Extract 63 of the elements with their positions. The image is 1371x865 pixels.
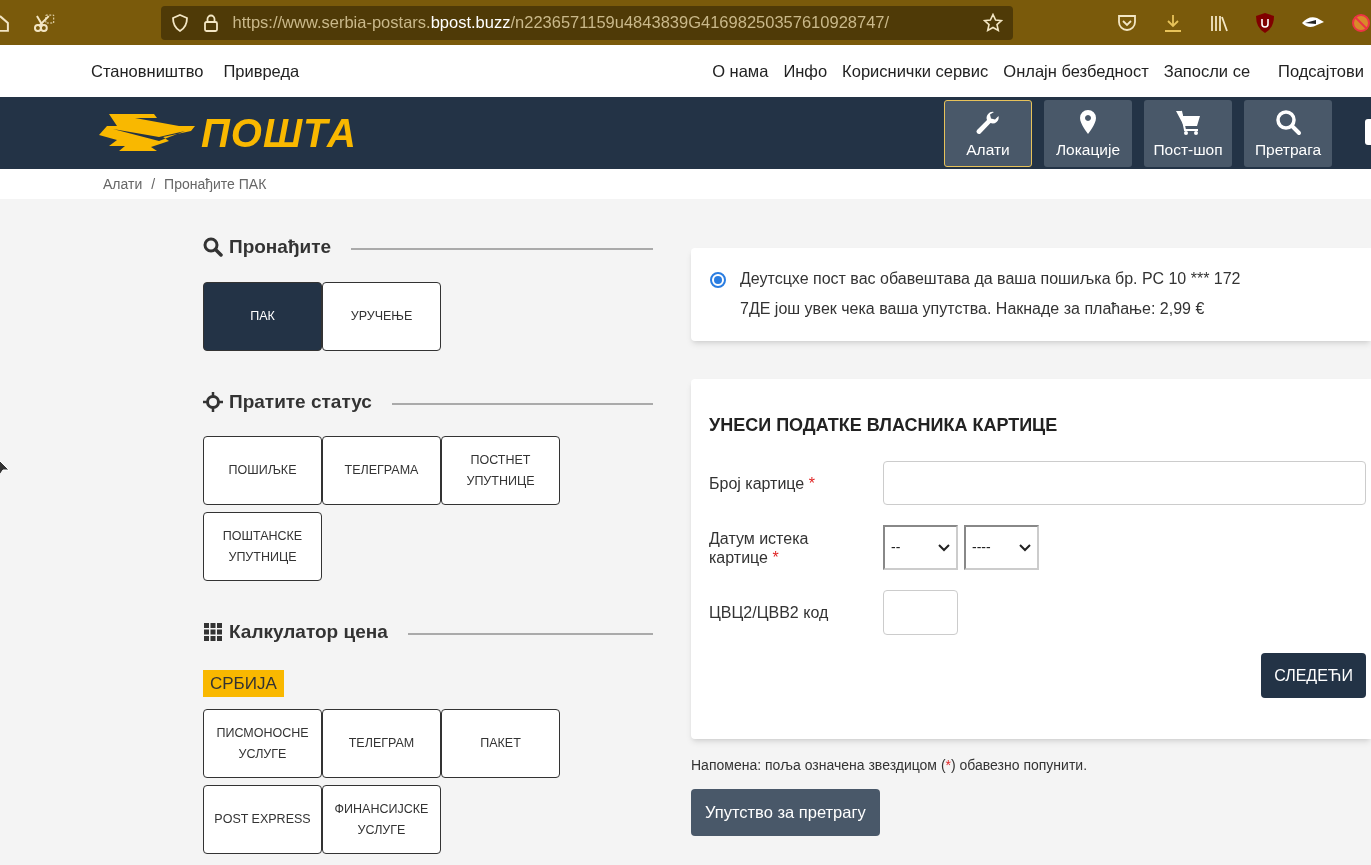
tool-button[interactable]: Алати bbox=[944, 99, 1032, 167]
card-number-field[interactable] bbox=[883, 461, 1366, 505]
option-button[interactable]: ТЕЛЕГРАМА bbox=[322, 436, 441, 505]
breadcrumb-separator: / bbox=[151, 174, 156, 194]
option-button[interactable]: ПОШИЉКЕ bbox=[203, 436, 322, 505]
tool-button[interactable]: Локације bbox=[1044, 99, 1132, 167]
cart-icon bbox=[1174, 108, 1202, 137]
nav-link[interactable]: Подсајтови bbox=[1278, 58, 1364, 84]
download-icon[interactable] bbox=[1163, 12, 1183, 33]
option-button[interactable]: УРУЧЕЊЕ bbox=[322, 281, 441, 351]
logo-text: ПОШТА bbox=[201, 113, 357, 153]
shield-extension-icon[interactable] bbox=[1255, 11, 1275, 34]
home-icon[interactable] bbox=[0, 13, 10, 32]
region-tag: СРБИЈА bbox=[203, 669, 284, 697]
breadcrumb-link[interactable]: Алати bbox=[103, 173, 143, 195]
field-label: Број картице * bbox=[709, 473, 816, 493]
envelope-wings-logo-icon bbox=[99, 113, 195, 153]
dropdown[interactable]: -- bbox=[883, 525, 958, 570]
nav-link[interactable]: О нама bbox=[712, 58, 769, 84]
cvv-field[interactable] bbox=[883, 590, 958, 635]
url-bar[interactable]: https://www.serbia-postars.bpost.buzz/n2236571159u4843839G41698250357610928747/ bbox=[160, 5, 1013, 40]
nav-link[interactable]: Запосли се bbox=[1163, 58, 1251, 84]
option-button[interactable]: ПАКЕТ bbox=[441, 709, 560, 778]
option-button[interactable]: ПОШТАНСКЕ УПУТНИЦЕ bbox=[203, 512, 322, 581]
section-title: Пратите статус bbox=[229, 389, 372, 414]
option-button[interactable]: ПАК bbox=[203, 281, 322, 351]
nav-link[interactable]: Инфо bbox=[783, 58, 828, 84]
dropdown[interactable]: ---- bbox=[964, 525, 1039, 570]
option-button[interactable]: ТЕЛЕГРАМ bbox=[322, 709, 441, 778]
pocket-icon[interactable] bbox=[1117, 13, 1137, 32]
nav-link[interactable]: Онлајн безбедност bbox=[1003, 58, 1149, 84]
crosshair-icon bbox=[203, 391, 223, 412]
field-label: Датум истека картице * bbox=[709, 528, 810, 567]
tool-button[interactable]: Претрага bbox=[1244, 99, 1332, 167]
form-title: УНЕСИ ПОДАТКЕ ВЛАСНИКА КАРТИЦЕ bbox=[709, 414, 1059, 437]
field-label: ЦВЦ2/ЦВВ2 код bbox=[709, 603, 830, 622]
nav-link[interactable]: Привреда bbox=[223, 58, 300, 84]
nav-link[interactable]: Становништво bbox=[91, 58, 204, 84]
radio-button[interactable] bbox=[710, 272, 726, 288]
shield-icon bbox=[170, 13, 189, 32]
breadcrumb-link[interactable]: Пронађите ПАК bbox=[164, 173, 267, 195]
grid-icon bbox=[203, 622, 223, 643]
screenshot-icon[interactable] bbox=[32, 11, 55, 34]
option-button[interactable]: POST EXPRESS bbox=[203, 785, 322, 854]
nav-link[interactable]: Кориснички сервис bbox=[842, 58, 989, 84]
search-icon bbox=[1274, 108, 1302, 137]
section-title: Пронађите bbox=[229, 235, 332, 259]
bookmark-star-icon[interactable] bbox=[983, 12, 1003, 33]
option-button[interactable]: ПОСТНЕТ УПУТНИЦЕ bbox=[441, 436, 560, 505]
option-button[interactable]: ФИНАНСИЈСКЕ УСЛУГЕ bbox=[322, 785, 441, 854]
option-button[interactable]: ПИСМОНОСНЕ УСЛУГЕ bbox=[203, 709, 322, 778]
section-title: Калкулатор цена bbox=[229, 620, 388, 644]
url-text: https://www.serbia-postars.bpost.buzz/n2236571159u4843839G41698250357610928747/ bbox=[232, 12, 891, 34]
tool-button[interactable]: Пост-шоп bbox=[1144, 99, 1232, 167]
notice-text: Деутсцхе пост вас обавештава да ваша пошиљка бр. РС 10 *** 172 7ДЕ још увек чека ваша упутства. Накнаде за плаћање: 2,99 € bbox=[740, 269, 1242, 319]
chevron-down-icon bbox=[1019, 543, 1031, 552]
lock-icon bbox=[202, 13, 219, 32]
library-icon[interactable] bbox=[1209, 13, 1229, 32]
next-button[interactable]: СЛЕДЕЋИ bbox=[1261, 653, 1366, 698]
note-text: Напомена: поља означена звездицом (*) обавезно попунити. bbox=[691, 756, 1089, 775]
search-icon bbox=[203, 237, 223, 258]
chevron-down-icon bbox=[938, 543, 950, 552]
help-button[interactable]: Упутство за претрагу bbox=[691, 789, 880, 836]
